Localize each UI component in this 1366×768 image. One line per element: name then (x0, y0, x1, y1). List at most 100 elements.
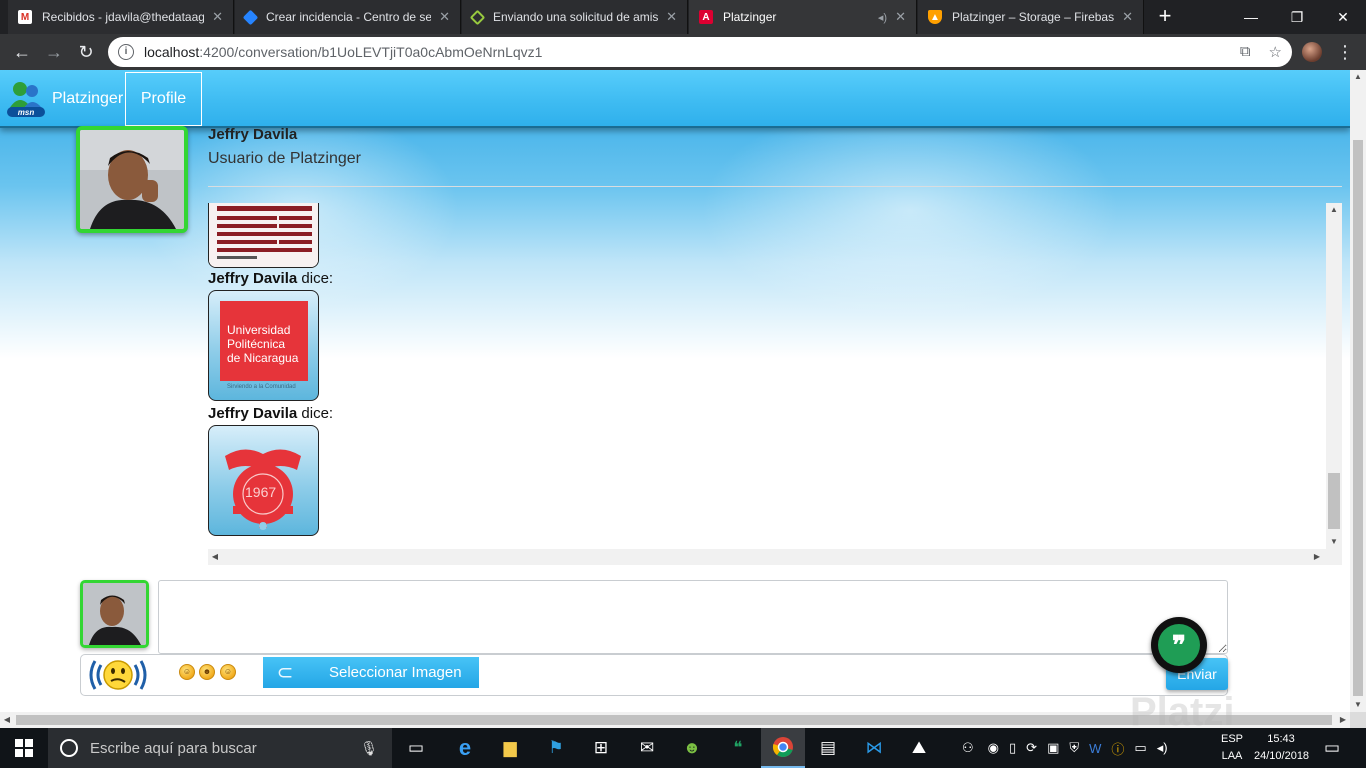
translate-icon[interactable]: ⧉ (1240, 43, 1251, 61)
emoji-smile-icon[interactable]: ☺ (179, 664, 195, 680)
notifications-icon[interactable]: ▭ (1312, 728, 1352, 768)
close-tab-icon[interactable]: ✕ (1122, 9, 1133, 25)
angular-icon: A (699, 10, 713, 24)
emoji-grin-icon[interactable]: ☻ (199, 664, 215, 680)
people-icon[interactable]: ⚇ (962, 740, 974, 756)
svg-text:msn: msn (18, 108, 35, 117)
emoji-wink-icon[interactable]: ☺ (220, 664, 236, 680)
select-image-button[interactable]: ⊂ Seleccionar Imagen (263, 657, 479, 688)
platzi-icon (469, 9, 486, 25)
scrollbar-thumb[interactable] (1328, 473, 1340, 529)
file-explorer-icon[interactable]: ▆ (488, 728, 532, 768)
upc-logo-text: Universidad Politécnica de Nicaragua (227, 323, 299, 365)
message-list-horizontal-scrollbar[interactable]: ◀ ▶ (208, 549, 1342, 565)
scrollbar-corner (1350, 712, 1366, 728)
windows-taskbar: Escribe aquí para buscar 🎙 ▭ e ▆ ⚑ ⊞ ✉ ☻… (0, 728, 1366, 768)
scroll-down-icon[interactable]: ▼ (1350, 698, 1366, 712)
contact-name: Jeffry Davila (208, 126, 298, 143)
reload-icon[interactable]: ↻ (74, 40, 98, 64)
display-icon[interactable]: ▭ (1134, 740, 1146, 756)
info-icon[interactable]: i (118, 44, 134, 60)
contact-avatar (76, 126, 188, 233)
usb-icon[interactable]: ▯ (1009, 740, 1016, 756)
message-image-document[interactable] (208, 203, 319, 268)
page-viewport: msn Platzinger Profile Jeffry Davila Usu… (0, 70, 1350, 712)
scroll-left-icon[interactable]: ◀ (208, 549, 222, 565)
app-runner-icon[interactable]: ⚑ (534, 728, 578, 768)
bookmark-star-icon[interactable]: ☆ (1269, 43, 1282, 61)
url-text: localhost:4200/conversation/b1UoLEVTjiT0… (144, 44, 543, 60)
nudge-buzz-icon[interactable] (85, 657, 151, 693)
close-window-icon[interactable]: ✕ (1320, 0, 1366, 34)
message-image-upc-logo[interactable]: Universidad Politécnica de Nicaragua Sir… (208, 290, 319, 401)
close-tab-icon[interactable]: ✕ (666, 9, 677, 25)
hangouts-icon[interactable]: ❝ (716, 728, 760, 768)
edge-icon[interactable]: e (443, 728, 487, 768)
info-tray-icon[interactable]: ⓘ (1111, 739, 1124, 758)
close-tab-icon[interactable]: ✕ (895, 9, 906, 25)
scroll-up-icon[interactable]: ▲ (1326, 203, 1342, 217)
header-divider (208, 186, 1342, 187)
chrome-icon[interactable] (761, 728, 805, 768)
shield-icon[interactable]: ⛨ (1069, 740, 1079, 756)
tab-platzinger[interactable]: A Platzinger ◂) ✕ (689, 0, 917, 34)
quick-replies-button[interactable]: ❞ (1151, 617, 1207, 673)
gmail-icon: M (18, 10, 32, 24)
forward-icon[interactable]: → (42, 40, 66, 64)
brand-link[interactable]: msn Platzinger (0, 72, 124, 126)
scroll-left-icon[interactable]: ◀ (0, 712, 14, 728)
paperclip-icon: ⊂ (276, 662, 294, 684)
vscode-icon[interactable]: ⋈ (852, 728, 896, 768)
microphone-icon[interactable]: 🎙 (360, 740, 378, 757)
tab-jira[interactable]: Crear incidencia - Centro de se ✕ (235, 0, 461, 34)
maximize-icon[interactable]: ❐ (1274, 0, 1320, 34)
mail-icon[interactable]: ✉ (625, 728, 669, 768)
tab-gmail[interactable]: M Recibidos - jdavila@thedataag ✕ (8, 0, 234, 34)
sync-icon[interactable]: ⟳ (1026, 740, 1037, 756)
close-tab-icon[interactable]: ✕ (212, 9, 223, 25)
message-input[interactable] (158, 580, 1228, 654)
address-bar[interactable]: i localhost:4200/conversation/b1UoLEVTji… (108, 37, 1292, 67)
composer-toolbar: ☺ ☻ ☺ ⊂ Seleccionar Imagen (80, 654, 1228, 696)
app-navbar: msn Platzinger Profile (0, 70, 1350, 128)
upc-logo-caption: Sirviendo a la Comunidad (227, 384, 296, 390)
frog-app-icon[interactable]: ☻ (670, 728, 714, 768)
start-button[interactable] (0, 728, 48, 768)
browser-toolbar: ← → ↻ i localhost:4200/conversation/b1Uo… (0, 34, 1366, 70)
tab-platzi[interactable]: Enviando una solicitud de amis ✕ (462, 0, 688, 34)
scrollbar-thumb[interactable] (1353, 140, 1363, 696)
word-icon[interactable]: W (1089, 741, 1101, 756)
tab-firebase[interactable]: ▲ Platzinger – Storage – Firebase ✕ (918, 0, 1144, 34)
upc-emblem-image (225, 449, 301, 530)
scroll-up-icon[interactable]: ▲ (1350, 70, 1366, 84)
message-image-upc-emblem[interactable]: 1967 (208, 425, 319, 536)
task-view-icon[interactable]: ▭ (394, 728, 438, 768)
scroll-right-icon[interactable]: ▶ (1336, 712, 1350, 728)
back-icon[interactable]: ← (10, 40, 34, 64)
message-list[interactable]: Jeffry Davila dice: Universidad Politécn… (208, 203, 1342, 565)
nav-profile-link[interactable]: Profile (125, 72, 202, 126)
cortana-icon (60, 739, 78, 757)
new-tab-button[interactable]: + (1152, 4, 1178, 30)
profile-avatar-icon[interactable] (1302, 42, 1322, 62)
chrome-tray-icon[interactable]: ◉ (988, 740, 999, 756)
browser-tab-strip: M Recibidos - jdavila@thedataag ✕ Crear … (0, 0, 1366, 34)
clock[interactable]: 15:43 24/10/2018 (1254, 731, 1309, 765)
minimize-icon[interactable]: — (1228, 0, 1274, 34)
message-list-vertical-scrollbar[interactable]: ▲ ▼ (1326, 203, 1342, 549)
messenger-logo-icon: msn (7, 82, 45, 117)
volume-icon[interactable]: ◂) (1157, 740, 1168, 756)
photos-icon[interactable]: ⛰ (897, 728, 941, 768)
close-tab-icon[interactable]: ✕ (439, 9, 450, 25)
audio-icon[interactable]: ◂) (878, 11, 887, 24)
scroll-down-icon[interactable]: ▼ (1326, 535, 1342, 549)
scroll-right-icon[interactable]: ▶ (1310, 549, 1324, 565)
page-vertical-scrollbar[interactable]: ▲ ▼ (1350, 70, 1366, 712)
language-indicator[interactable]: ESP LAA (1214, 731, 1250, 765)
store-icon[interactable]: ⊞ (579, 728, 623, 768)
network-adapter-icon[interactable]: ▣ (1047, 740, 1059, 756)
quote-icon: ❞ (1158, 624, 1200, 666)
terminal-icon[interactable]: ▤ (806, 728, 850, 768)
taskbar-search[interactable]: Escribe aquí para buscar 🎙 (48, 728, 392, 768)
menu-icon[interactable]: ⋮ (1336, 40, 1354, 64)
